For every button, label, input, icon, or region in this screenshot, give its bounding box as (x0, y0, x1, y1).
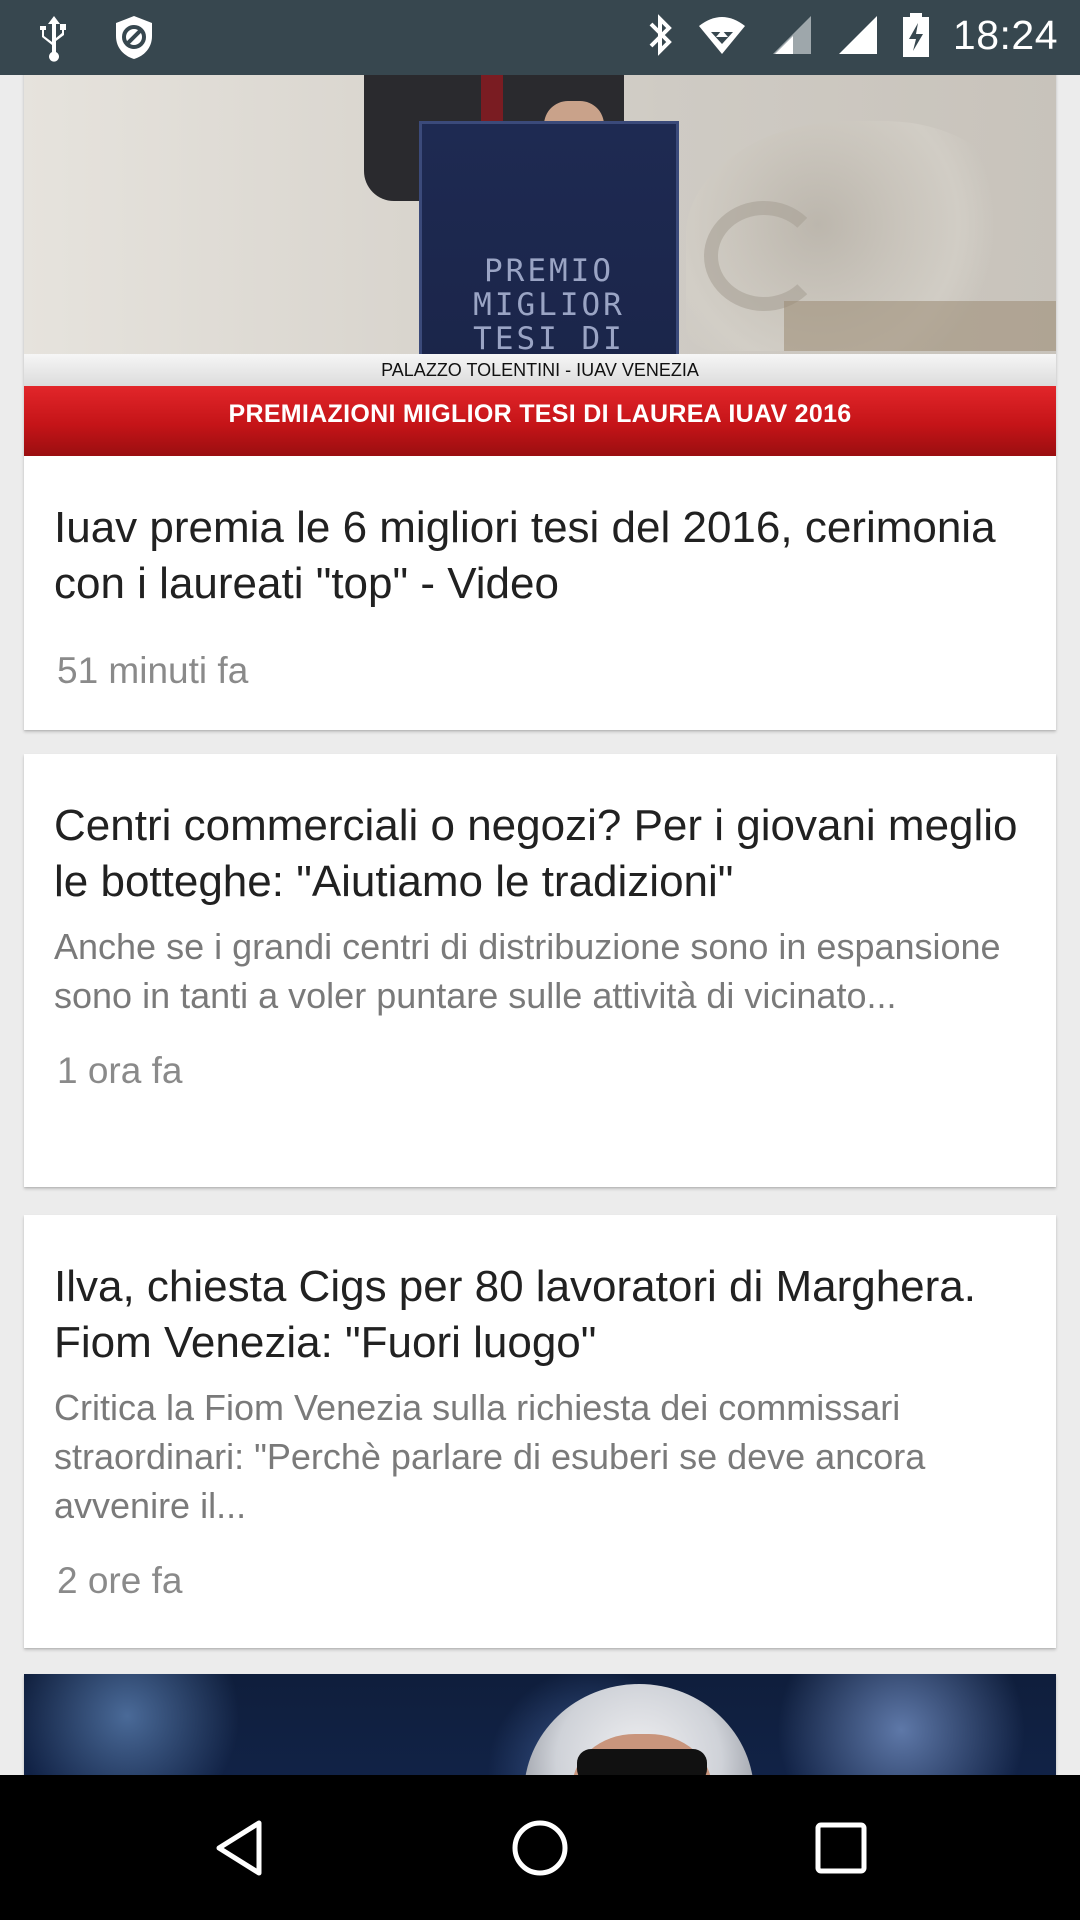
image-caption-top: PALAZZO TOLENTINI - IUAV VENEZIA (24, 354, 1056, 386)
block-icon (112, 12, 156, 62)
article-title[interactable]: Ilva, chiesta Cigs per 80 lavoratori di … (54, 1259, 1026, 1371)
recents-icon[interactable] (810, 1817, 872, 1879)
article-card[interactable]: PREMIO MIGLIOR TESI DI LAUREA PALAZZO TO… (24, 75, 1056, 730)
article-time: 1 ora fa (57, 1050, 183, 1091)
image-caption-banner: PREMIAZIONI MIGLIOR TESI DI LAUREA IUAV … (24, 386, 1056, 456)
article-title[interactable]: Iuav premia le 6 migliori tesi del 2016,… (54, 500, 1026, 612)
news-feed[interactable]: PREMIO MIGLIOR TESI DI LAUREA PALAZZO TO… (0, 75, 1080, 1775)
article-title[interactable]: Centri commerciali o negozi? Per i giova… (54, 798, 1026, 910)
article-image[interactable]: PREMIO MIGLIOR TESI DI LAUREA PALAZZO TO… (24, 75, 1056, 456)
home-icon[interactable] (509, 1817, 571, 1879)
article-description: Anche se i grandi centri di distribuzion… (54, 926, 1001, 1016)
bluetooth-icon (645, 10, 675, 60)
signal-icon (835, 10, 879, 60)
battery-charging-icon (901, 10, 931, 60)
article-card[interactable]: Centri commerciali o negozi? Per i giova… (24, 754, 1056, 1187)
usb-icon (34, 12, 74, 62)
back-icon[interactable] (209, 1817, 271, 1879)
signal-icon (769, 10, 813, 60)
status-time: 18:24 (952, 11, 1058, 58)
article-time: 2 ore fa (57, 1560, 183, 1601)
article-card[interactable] (24, 1674, 1056, 1775)
article-time: 51 minuti fa (57, 650, 249, 691)
article-description: Critica la Fiom Venezia sulla richiesta … (54, 1387, 926, 1526)
article-card[interactable]: Ilva, chiesta Cigs per 80 lavoratori di … (24, 1215, 1056, 1648)
navigation-bar (0, 1775, 1080, 1920)
wifi-icon (697, 10, 747, 60)
status-bar: 18:24 (0, 0, 1080, 75)
article-image[interactable] (24, 1674, 1056, 1775)
